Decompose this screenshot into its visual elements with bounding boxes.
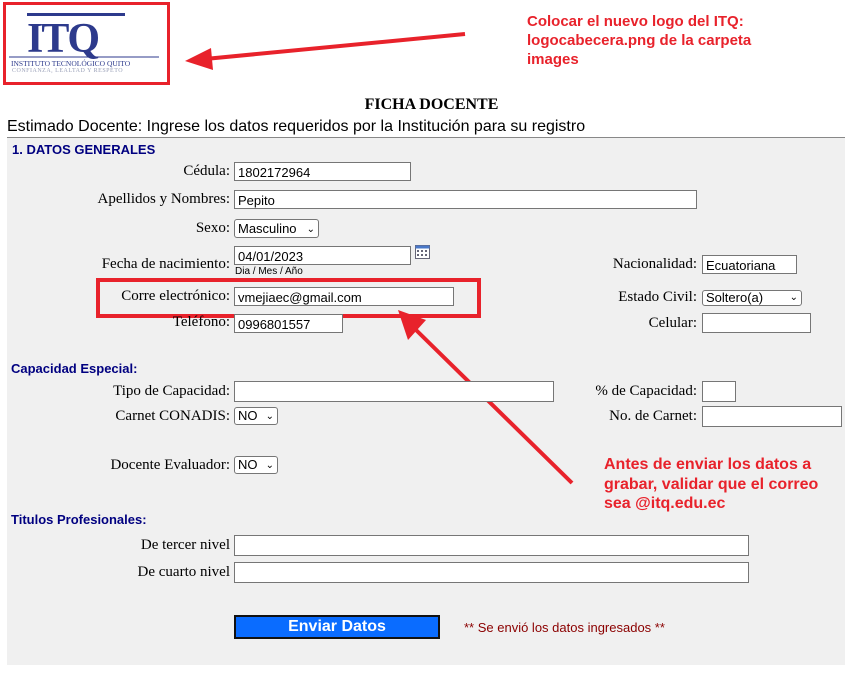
no-carnet-field[interactable] <box>702 406 842 427</box>
intro-text: Estimado Docente: Ingrese los datos requ… <box>7 118 586 135</box>
chevron-down-icon: ⌄ <box>789 292 798 303</box>
conadis-label: Carnet CONADIS: <box>115 408 230 424</box>
no-carnet-label: No. de Carnet: <box>609 408 697 424</box>
evaluador-select[interactable]: NO ⌄ <box>234 456 278 474</box>
section-capacidad-especial: Capacidad Especial: <box>11 361 138 376</box>
conadis-select[interactable]: NO ⌄ <box>234 407 278 425</box>
status-message: ** Se envió los datos ingresados ** <box>464 620 665 635</box>
email-annotation: Antes de enviar los datos a grabar, vali… <box>604 456 819 512</box>
cuarto-nivel-label: De cuarto nivel <box>137 564 230 580</box>
nombres-field[interactable]: Pepito <box>234 190 697 209</box>
celular-field[interactable] <box>702 313 811 333</box>
sexo-select-value: Masculino <box>238 221 297 236</box>
tipo-capacidad-label: Tipo de Capacidad: <box>113 383 230 399</box>
chevron-down-icon: ⌄ <box>265 411 274 422</box>
enviar-datos-button[interactable]: Enviar Datos <box>234 615 440 639</box>
nacionalidad-label: Nacionalidad: <box>612 256 697 272</box>
logo-tagline: CONFIANZA, LEALTAD Y RESPETO <box>12 68 124 74</box>
estado-civil-label: Estado Civil: <box>618 289 697 305</box>
annotation-arrow-logo <box>185 32 466 70</box>
cedula-label: Cédula: <box>183 163 230 179</box>
itq-logo: ITQ INSTITUTO TECNOLÓGICO QUITO CONFIANZ… <box>9 10 161 82</box>
nombres-label: Apellidos y Nombres: <box>97 191 231 207</box>
nacionalidad-field[interactable]: Ecuatoriana <box>702 255 797 274</box>
evaluador-select-value: NO <box>238 457 258 472</box>
svg-text:INSTITUTO TECNOLÓGICO QUITO: INSTITUTO TECNOLÓGICO QUITO <box>11 58 131 68</box>
section-datos-generales: 1. DATOS GENERALES <box>12 142 156 157</box>
itq-logo-mark: ITQ INSTITUTO TECNOLÓGICO QUITO <box>9 13 159 68</box>
tercer-nivel-field[interactable] <box>234 535 749 556</box>
cedula-field[interactable]: 1802172964 <box>234 162 411 181</box>
calendar-icon[interactable] <box>415 245 430 259</box>
tipo-capacidad-field[interactable] <box>234 381 554 402</box>
logo-annotation: Colocar el nuevo logo del ITQ: logocabec… <box>527 13 752 68</box>
section-titulos-profesionales: Titulos Profesionales: <box>11 512 147 527</box>
chevron-down-icon: ⌄ <box>265 460 274 471</box>
page-title: FICHA DOCENTE <box>364 96 499 113</box>
sexo-select[interactable]: Masculino ⌄ <box>234 219 319 238</box>
sexo-label: Sexo: <box>195 220 230 236</box>
estado-civil-select[interactable]: Soltero(a) ⌄ <box>702 290 802 306</box>
date-format-hint: Dia / Mes / Año <box>235 266 303 275</box>
correo-label: Corre electrónico: <box>121 288 230 304</box>
estado-civil-select-value: Soltero(a) <box>706 290 764 305</box>
porcentaje-capacidad-label: % de Capacidad: <box>595 383 697 399</box>
conadis-select-value: NO <box>238 408 258 423</box>
nacimiento-label: Fecha de nacimiento: <box>101 256 230 272</box>
chevron-down-icon: ⌄ <box>306 224 315 235</box>
telefono-label: Teléfono: <box>172 314 230 330</box>
tercer-nivel-label: De tercer nivel <box>140 537 230 553</box>
svg-text:ITQ: ITQ <box>27 16 98 62</box>
telefono-field[interactable]: 0996801557 <box>234 314 343 333</box>
evaluador-label: Docente Evaluador: <box>110 457 230 473</box>
nacimiento-field[interactable]: 04/01/2023 <box>234 246 411 265</box>
cuarto-nivel-field[interactable] <box>234 562 749 583</box>
celular-label: Celular: <box>648 315 697 331</box>
porcentaje-capacidad-field[interactable] <box>702 381 736 402</box>
